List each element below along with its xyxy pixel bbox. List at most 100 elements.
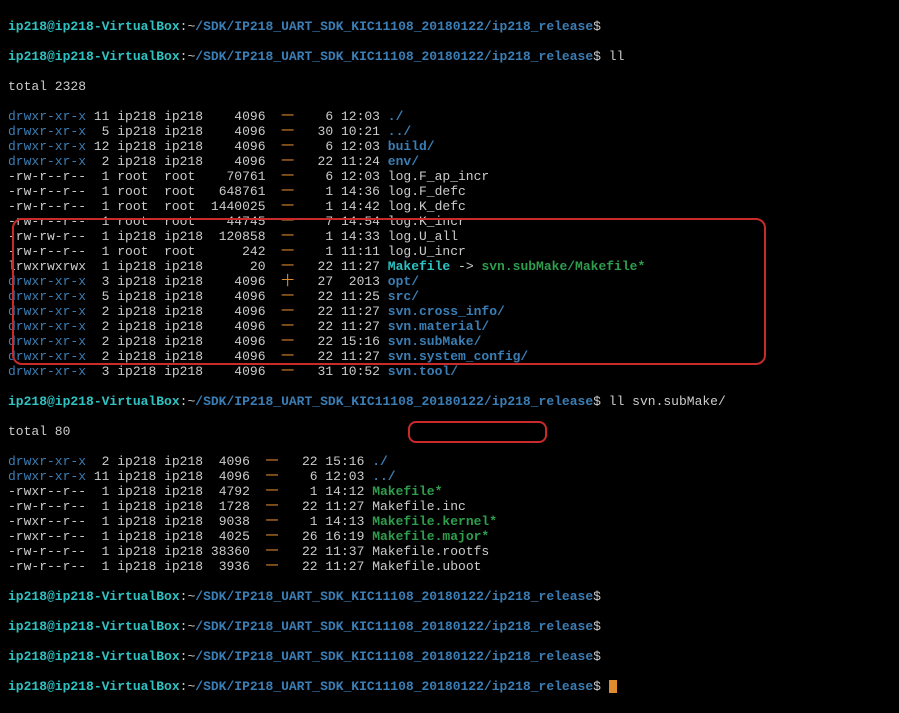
ls-row: drwxr-xr-x 2 ip218 ip218 4096 一 22 15:16… — [8, 334, 891, 349]
prompt-line: ip218@ip218-VirtualBox:~/SDK/IP218_UART_… — [8, 679, 891, 694]
month-cn: 一 — [281, 304, 294, 319]
perms: -rw-rw-r-- — [8, 229, 86, 244]
day: 1 — [310, 244, 333, 259]
day: 22 — [310, 259, 333, 274]
filename: ./ — [372, 454, 388, 469]
size: 4096 — [211, 334, 266, 349]
filename: Makefile* — [372, 484, 442, 499]
filename: log.F_ap_incr — [388, 169, 489, 184]
terminal[interactable]: ip218@ip218-VirtualBox:~/SDK/IP218_UART_… — [0, 0, 899, 713]
nlinks: 1 — [94, 259, 110, 274]
nlinks: 3 — [94, 274, 110, 289]
time: 14:12 — [325, 484, 364, 499]
filename: log.K_defc — [388, 199, 466, 214]
ls-row: -rwxr--r-- 1 ip218 ip218 9038 一 1 14:13 … — [8, 514, 891, 529]
month-cn: 一 — [281, 184, 294, 199]
perms: drwxr-xr-x — [8, 319, 86, 334]
day: 22 — [310, 349, 333, 364]
filename: ./ — [388, 109, 404, 124]
nlinks: 2 — [94, 349, 110, 364]
owner: ip218 — [117, 229, 156, 244]
owner: root — [117, 214, 156, 229]
perms: -rw-r--r-- — [8, 184, 86, 199]
perms: drwxr-xr-x — [8, 139, 86, 154]
size: 9038 — [211, 514, 250, 529]
perms: lrwxrwxrwx — [8, 259, 86, 274]
cursor[interactable] — [609, 680, 617, 693]
day: 27 — [310, 274, 333, 289]
group: ip218 — [164, 334, 203, 349]
group: ip218 — [164, 139, 203, 154]
day: 1 — [310, 199, 333, 214]
day: 1 — [294, 484, 317, 499]
filename: svn.material/ — [388, 319, 489, 334]
size: 4096 — [211, 154, 266, 169]
nlinks: 12 — [94, 139, 110, 154]
owner: ip218 — [117, 334, 156, 349]
filename: build/ — [388, 139, 435, 154]
group: ip218 — [164, 124, 203, 139]
filename: Makefile.rootfs — [372, 544, 489, 559]
month-cn: 一 — [281, 364, 294, 379]
time: 14:33 — [341, 229, 380, 244]
owner: ip218 — [117, 259, 156, 274]
perms: -rw-r--r-- — [8, 199, 86, 214]
ls-row: drwxr-xr-x 5 ip218 ip218 4096 一 22 11:25… — [8, 289, 891, 304]
time: 12:03 — [341, 139, 380, 154]
nlinks: 11 — [94, 109, 110, 124]
ls-row: drwxr-xr-x 3 ip218 ip218 4096 一 31 10:52… — [8, 364, 891, 379]
time: 10:21 — [341, 124, 380, 139]
nlinks: 1 — [94, 184, 110, 199]
group: root — [164, 199, 203, 214]
size: 648761 — [211, 184, 266, 199]
owner: root — [117, 169, 156, 184]
ls-row: -rw-r--r-- 1 root root 44745 一 7 14:54 l… — [8, 214, 891, 229]
nlinks: 5 — [94, 289, 110, 304]
perms: -rw-r--r-- — [8, 169, 86, 184]
day: 26 — [294, 529, 317, 544]
filename: src/ — [388, 289, 419, 304]
group: ip218 — [164, 514, 203, 529]
size: 1728 — [211, 499, 250, 514]
perms: drwxr-xr-x — [8, 154, 86, 169]
group: ip218 — [164, 319, 203, 334]
size: 4096 — [211, 454, 250, 469]
month-cn: 一 — [266, 454, 279, 469]
ls-row: -rw-r--r-- 1 ip218 ip218 38360 一 22 11:3… — [8, 544, 891, 559]
size: 70761 — [211, 169, 266, 184]
filename: log.F_defc — [388, 184, 466, 199]
owner: ip218 — [117, 304, 156, 319]
link-arrow: -> — [450, 259, 481, 274]
time: 14:13 — [325, 514, 364, 529]
filename: Makefile — [388, 259, 450, 274]
group: ip218 — [164, 469, 203, 484]
group: ip218 — [164, 109, 203, 124]
size: 1440025 — [211, 199, 266, 214]
day: 22 — [294, 544, 317, 559]
owner: root — [117, 244, 156, 259]
time: 11:37 — [325, 544, 364, 559]
size: 4025 — [211, 529, 250, 544]
prompt-line: ip218@ip218-VirtualBox:~/SDK/IP218_UART_… — [8, 19, 891, 34]
nlinks: 5 — [94, 124, 110, 139]
ls-row: drwxr-xr-x 12 ip218 ip218 4096 一 6 12:03… — [8, 139, 891, 154]
day: 22 — [310, 154, 333, 169]
nlinks: 1 — [94, 214, 110, 229]
group: ip218 — [164, 544, 203, 559]
month-cn: 一 — [266, 469, 279, 484]
filename: ../ — [388, 124, 411, 139]
month-cn: 一 — [281, 139, 294, 154]
month-cn: 一 — [266, 514, 279, 529]
time: 11:27 — [325, 499, 364, 514]
size: 4096 — [211, 469, 250, 484]
time: 14:54 — [341, 214, 380, 229]
ls-row: -rw-rw-r-- 1 ip218 ip218 120858 一 1 14:3… — [8, 229, 891, 244]
month-cn: 一 — [281, 319, 294, 334]
filename: svn.subMake/ — [388, 334, 482, 349]
filename: Makefile.uboot — [372, 559, 481, 574]
month-cn: 一 — [281, 259, 294, 274]
month-cn: 一 — [266, 484, 279, 499]
nlinks: 1 — [94, 484, 110, 499]
time: 11:27 — [325, 559, 364, 574]
day: 6 — [310, 169, 333, 184]
